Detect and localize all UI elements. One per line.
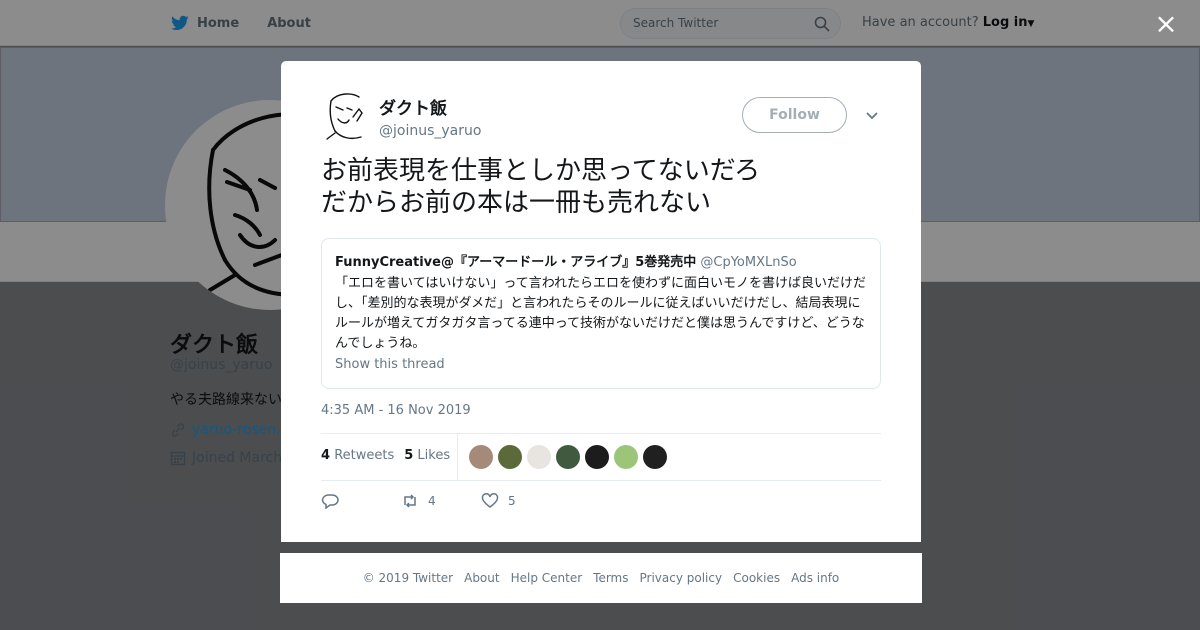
retweets-stat[interactable]: 4 Retweets (321, 448, 394, 463)
likes-label: Likes (417, 448, 451, 463)
retweets-count: 4 (321, 448, 331, 463)
footer-link[interactable]: Privacy policy (640, 571, 723, 585)
liker-avatar[interactable] (469, 445, 493, 469)
tweet-stats: 4 Retweets 5 Likes (321, 433, 881, 481)
follow-button[interactable]: Follow (742, 97, 847, 133)
like-action-count: 5 (508, 494, 516, 508)
footer-link[interactable]: Terms (593, 571, 628, 585)
like-action[interactable]: 5 (481, 493, 516, 509)
liker-avatar[interactable] (585, 445, 609, 469)
liker-avatar[interactable] (556, 445, 580, 469)
heart-icon[interactable] (481, 493, 499, 509)
liker-avatars (469, 445, 667, 469)
chevron-down-icon[interactable] (864, 107, 880, 123)
engagement-counts: 4 Retweets 5 Likes (321, 448, 450, 463)
show-thread-link[interactable]: Show this thread (335, 357, 867, 372)
author-handle: @joinus_yaruo (379, 123, 482, 139)
footer-link[interactable]: Help Center (511, 571, 583, 585)
reply-icon[interactable] (321, 493, 339, 509)
likes-count: 5 (404, 448, 414, 463)
footer-link[interactable]: Cookies (733, 571, 780, 585)
retweet-action-count: 4 (428, 494, 436, 508)
tweet-author[interactable]: ダクト飯 @joinus_yaruo (321, 91, 481, 141)
footer-link[interactable]: About (464, 571, 499, 585)
footer-link[interactable]: © 2019 Twitter (363, 571, 453, 585)
retweets-label: Retweets (334, 448, 395, 463)
liker-avatar[interactable] (527, 445, 551, 469)
liker-avatar[interactable] (498, 445, 522, 469)
author-name: ダクト飯 (379, 99, 447, 119)
tweet-text: お前表現を仕事としか思ってないだろ だからお前の本は一冊も売れない (321, 156, 761, 218)
quoted-tweet-text: 「エロを書いてはいけない」って言われたらエロを使わずに面白いモノを書けば良いだけ… (335, 276, 867, 351)
likes-stat[interactable]: 5 Likes (404, 448, 450, 463)
author-avatar[interactable] (321, 91, 367, 141)
quoted-author-handle: @CpYoMXLnSo (700, 255, 797, 270)
footer-link[interactable]: Ads info (791, 571, 839, 585)
quoted-author-name: FunnyCreative@『アーマードール・アライブ』5巻発売中 (335, 255, 697, 270)
liker-avatar[interactable] (643, 445, 667, 469)
site-footer: © 2019 Twitter About Help Center Terms Priva… (280, 553, 922, 603)
tweet-timestamp[interactable]: 4:35 AM - 16 Nov 2019 (321, 403, 471, 418)
quoted-tweet-header: FunnyCreative@『アーマードール・アライブ』5巻発売中 @CpYoM… (335, 251, 867, 270)
quoted-tweet[interactable]: FunnyCreative@『アーマードール・アライブ』5巻発売中 @CpYoM… (321, 238, 881, 389)
retweet-action[interactable]: 4 (401, 493, 481, 509)
stats-divider (457, 434, 458, 480)
close-icon[interactable]: × (1152, 10, 1180, 38)
retweet-icon[interactable] (401, 493, 419, 509)
tweet-modal: ダクト飯 @joinus_yaruo Follow お前表現を仕事としか思ってな… (281, 61, 921, 542)
liker-avatar[interactable] (614, 445, 638, 469)
tweet-actions: 4 5 (321, 493, 516, 509)
reply-action[interactable] (321, 493, 401, 509)
